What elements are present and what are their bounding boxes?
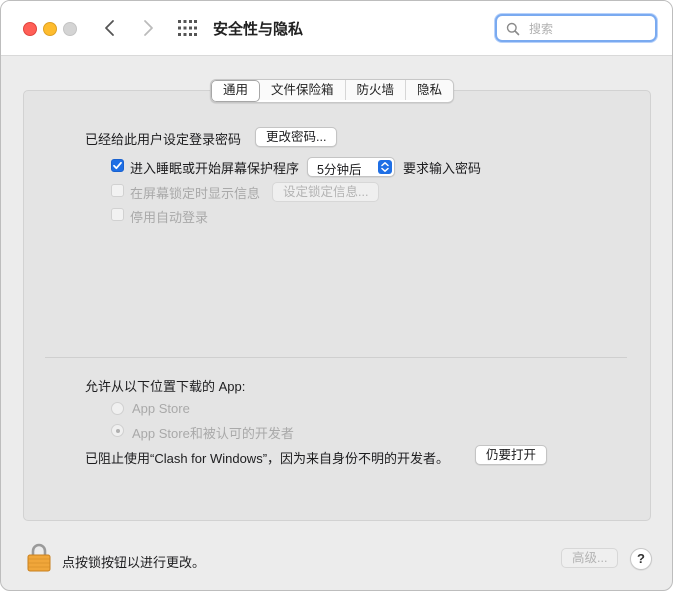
forward-chevron-icon[interactable] bbox=[137, 17, 159, 39]
search-icon bbox=[506, 22, 520, 36]
show-message-checkbox[interactable] bbox=[111, 184, 124, 197]
disable-auto-login-label: 停用自动登录 bbox=[130, 210, 209, 225]
require-password-prefix: 进入睡眠或开始屏幕保护程序 bbox=[130, 161, 300, 176]
zoom-window-button[interactable] bbox=[63, 22, 77, 36]
change-password-button[interactable]: 更改密码... bbox=[255, 127, 338, 147]
back-chevron-icon[interactable] bbox=[99, 17, 121, 39]
radio-app-store-and-developers[interactable] bbox=[111, 424, 124, 437]
tab-privacy[interactable]: 隐私 bbox=[406, 80, 454, 100]
system-preferences-window: 安全性与隐私 通用 文件保险箱 防火墙 隐私 已经给此用户设定登录密码 更改密码… bbox=[0, 0, 673, 591]
disable-auto-login-checkbox[interactable] bbox=[111, 208, 124, 221]
tab-firewall[interactable]: 防火墙 bbox=[345, 80, 407, 100]
password-delay-value: 5分钟后 bbox=[317, 163, 362, 177]
close-window-button[interactable] bbox=[23, 22, 37, 36]
search-field[interactable] bbox=[495, 14, 657, 42]
require-password-suffix: 要求输入密码 bbox=[403, 161, 482, 176]
section-divider bbox=[45, 357, 627, 358]
tab-filevault[interactable]: 文件保险箱 bbox=[260, 80, 346, 100]
set-lock-message-button[interactable]: 设定锁定信息... bbox=[272, 182, 380, 202]
download-section-label: 允许从以下位置下载的 App: bbox=[85, 379, 246, 394]
lock-hint-text: 点按锁按钮以进行更改。 bbox=[62, 555, 206, 570]
password-delay-select[interactable]: 5分钟后 bbox=[307, 157, 395, 177]
tab-bar: 通用 文件保险箱 防火墙 隐私 bbox=[210, 79, 455, 103]
show-message-label: 在屏幕锁定时显示信息 bbox=[130, 186, 261, 201]
advanced-button[interactable]: 高级... bbox=[561, 548, 619, 568]
radio-app-store-and-developers-label: App Store和被认可的开发者 bbox=[132, 426, 294, 441]
blocked-app-message: 已阻止使用“Clash for Windows”，因为来自身份不明的开发者。 bbox=[85, 451, 450, 466]
tab-general[interactable]: 通用 bbox=[211, 80, 261, 102]
lock-icon[interactable] bbox=[27, 542, 51, 572]
help-button[interactable]: ? bbox=[630, 548, 652, 570]
password-set-label: 已经给此用户设定登录密码 bbox=[85, 132, 242, 147]
open-anyway-button[interactable]: 仍要打开 bbox=[475, 445, 548, 465]
radio-app-store-label: App Store bbox=[132, 401, 190, 416]
checkmark-icon bbox=[113, 161, 122, 170]
radio-app-store[interactable] bbox=[111, 402, 124, 415]
show-all-grid-icon[interactable] bbox=[177, 19, 197, 37]
window-title: 安全性与隐私 bbox=[213, 21, 304, 38]
search-input[interactable] bbox=[527, 19, 651, 39]
minimize-window-button[interactable] bbox=[43, 22, 57, 36]
require-password-checkbox[interactable] bbox=[111, 159, 124, 172]
popup-stepper-icon bbox=[378, 160, 392, 174]
titlebar: 安全性与隐私 bbox=[1, 1, 672, 56]
